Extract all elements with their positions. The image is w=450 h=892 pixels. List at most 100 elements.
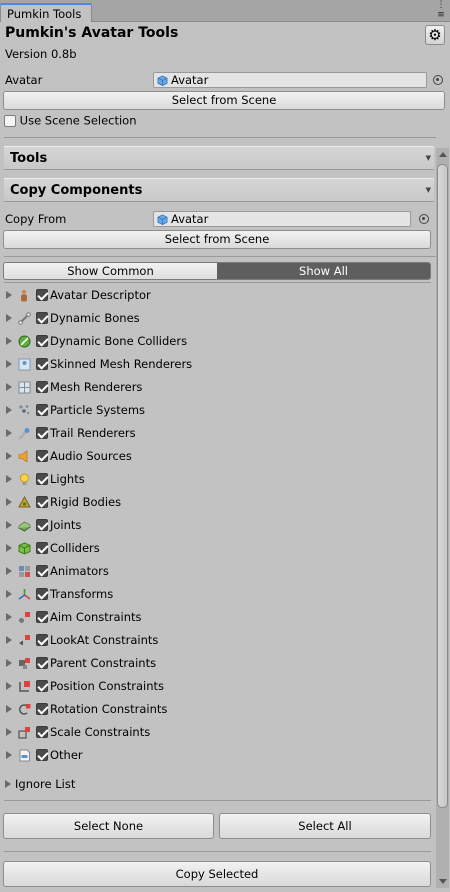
divider	[4, 851, 431, 852]
select-all-button[interactable]: Select All	[219, 813, 431, 839]
foldout-arrow-icon[interactable]	[6, 429, 12, 437]
version-label: Version 0.8b	[5, 47, 77, 61]
component-checkbox[interactable]	[36, 404, 48, 416]
scroll-up-icon[interactable]	[439, 152, 447, 157]
object-picker-icon[interactable]	[433, 75, 443, 85]
foldout-arrow-icon[interactable]	[6, 705, 12, 713]
component-checkbox[interactable]	[36, 358, 48, 370]
ignore-list-label: Ignore List	[15, 777, 76, 791]
copy-from-object-field[interactable]: Avatar	[153, 211, 411, 227]
window-tab-bar: Pumkin Tools ⋮ ≡	[0, 0, 450, 22]
component-row[interactable]: Particle Systems	[0, 399, 434, 422]
foldout-arrow-icon[interactable]	[6, 383, 12, 391]
copy-components-section-header[interactable]: Copy Components ▼	[4, 178, 434, 202]
component-checkbox[interactable]	[36, 496, 48, 508]
foldout-arrow-icon[interactable]	[6, 337, 12, 345]
component-checkbox[interactable]	[36, 680, 48, 692]
tools-section-header[interactable]: Tools ▼	[4, 146, 434, 170]
show-all-tab[interactable]: Show All	[217, 263, 430, 279]
component-row[interactable]: Audio Sources	[0, 445, 434, 468]
object-picker-icon[interactable]	[419, 214, 429, 224]
component-checkbox[interactable]	[36, 565, 48, 577]
component-row[interactable]: Avatar Descriptor	[0, 284, 434, 307]
scroll-down-icon[interactable]	[439, 879, 447, 884]
component-label: Trail Renderers	[50, 426, 136, 440]
dynamic-bone-colliders-icon	[17, 335, 31, 348]
foldout-arrow-icon[interactable]	[6, 659, 12, 667]
component-checkbox[interactable]	[36, 657, 48, 669]
script-icon	[17, 749, 31, 762]
foldout-arrow-icon[interactable]	[6, 291, 12, 299]
component-label: Joints	[50, 518, 82, 532]
component-row[interactable]: Animators	[0, 560, 434, 583]
avatar-object-field[interactable]: Avatar	[153, 72, 427, 88]
foldout-arrow-icon[interactable]	[6, 636, 12, 644]
window-tab[interactable]: Pumkin Tools	[0, 3, 92, 22]
ignore-list-foldout[interactable]: Ignore List	[5, 777, 75, 791]
foldout-arrow-icon[interactable]	[6, 728, 12, 736]
component-label: Dynamic Bone Colliders	[50, 334, 188, 348]
component-checkbox[interactable]	[36, 749, 48, 761]
transform-icon	[17, 588, 31, 601]
vertical-scrollbar[interactable]	[436, 148, 449, 888]
joint-icon	[17, 519, 31, 532]
component-row[interactable]: LookAt Constraints	[0, 629, 434, 652]
component-row[interactable]: Rigid Bodies	[0, 491, 434, 514]
select-none-button[interactable]: Select None	[3, 813, 214, 839]
foldout-arrow-icon[interactable]	[6, 751, 12, 759]
component-row[interactable]: Trail Renderers	[0, 422, 434, 445]
foldout-arrow-icon[interactable]	[6, 314, 12, 322]
foldout-arrow-icon[interactable]	[6, 682, 12, 690]
component-checkbox[interactable]	[36, 450, 48, 462]
component-row[interactable]: Skinned Mesh Renderers	[0, 353, 434, 376]
chevron-down-icon: ▼	[425, 186, 431, 194]
foldout-arrow-icon[interactable]	[6, 475, 12, 483]
component-checkbox[interactable]	[36, 473, 48, 485]
component-row[interactable]: Transforms	[0, 583, 434, 606]
foldout-arrow-icon[interactable]	[6, 452, 12, 460]
component-row[interactable]: Parent Constraints	[0, 652, 434, 675]
gear-icon[interactable]: ⚙	[425, 25, 445, 45]
foldout-arrow-icon[interactable]	[6, 544, 12, 552]
component-row[interactable]: Lights	[0, 468, 434, 491]
parent-constraint-icon	[17, 657, 31, 670]
component-checkbox[interactable]	[36, 427, 48, 439]
component-checkbox[interactable]	[36, 381, 48, 393]
foldout-arrow-icon[interactable]	[6, 613, 12, 621]
component-checkbox[interactable]	[36, 519, 48, 531]
component-checkbox[interactable]	[36, 588, 48, 600]
component-row[interactable]: Position Constraints	[0, 675, 434, 698]
copy-select-from-scene-button[interactable]: Select from Scene	[3, 230, 431, 249]
scrollbar-thumb[interactable]	[437, 164, 448, 808]
component-checkbox[interactable]	[36, 634, 48, 646]
component-row[interactable]: Dynamic Bones	[0, 307, 434, 330]
component-checkbox[interactable]	[36, 703, 48, 715]
foldout-arrow-icon[interactable]	[6, 406, 12, 414]
component-row[interactable]: Scale Constraints	[0, 721, 434, 744]
foldout-arrow-icon[interactable]	[6, 590, 12, 598]
foldout-arrow-icon[interactable]	[6, 521, 12, 529]
component-checkbox[interactable]	[36, 312, 48, 324]
component-checkbox[interactable]	[36, 335, 48, 347]
component-row[interactable]: Rotation Constraints	[0, 698, 434, 721]
component-row[interactable]: Mesh Renderers	[0, 376, 434, 399]
foldout-arrow-icon[interactable]	[6, 360, 12, 368]
show-filter-segmented-control[interactable]: Show Common Show All	[3, 262, 431, 280]
foldout-arrow-icon[interactable]	[6, 498, 12, 506]
foldout-arrow-icon[interactable]	[6, 567, 12, 575]
component-row[interactable]: Other	[0, 744, 434, 767]
component-row[interactable]: Colliders	[0, 537, 434, 560]
component-row[interactable]: Aim Constraints	[0, 606, 434, 629]
use-scene-selection-checkbox[interactable]	[4, 114, 16, 127]
component-checkbox[interactable]	[36, 542, 48, 554]
component-row[interactable]: Dynamic Bone Colliders	[0, 330, 434, 353]
show-common-tab[interactable]: Show Common	[4, 263, 217, 279]
component-checkbox[interactable]	[36, 726, 48, 738]
use-scene-selection-toggle[interactable]: Use Scene Selection	[4, 113, 137, 128]
component-checkbox[interactable]	[36, 611, 48, 623]
component-checkbox[interactable]	[36, 289, 48, 301]
copy-selected-button[interactable]: Copy Selected	[3, 861, 431, 887]
component-row[interactable]: Joints	[0, 514, 434, 537]
avatar-select-from-scene-button[interactable]: Select from Scene	[3, 91, 445, 110]
kebab-menu-icon[interactable]: ⋮ ≡	[434, 0, 448, 20]
